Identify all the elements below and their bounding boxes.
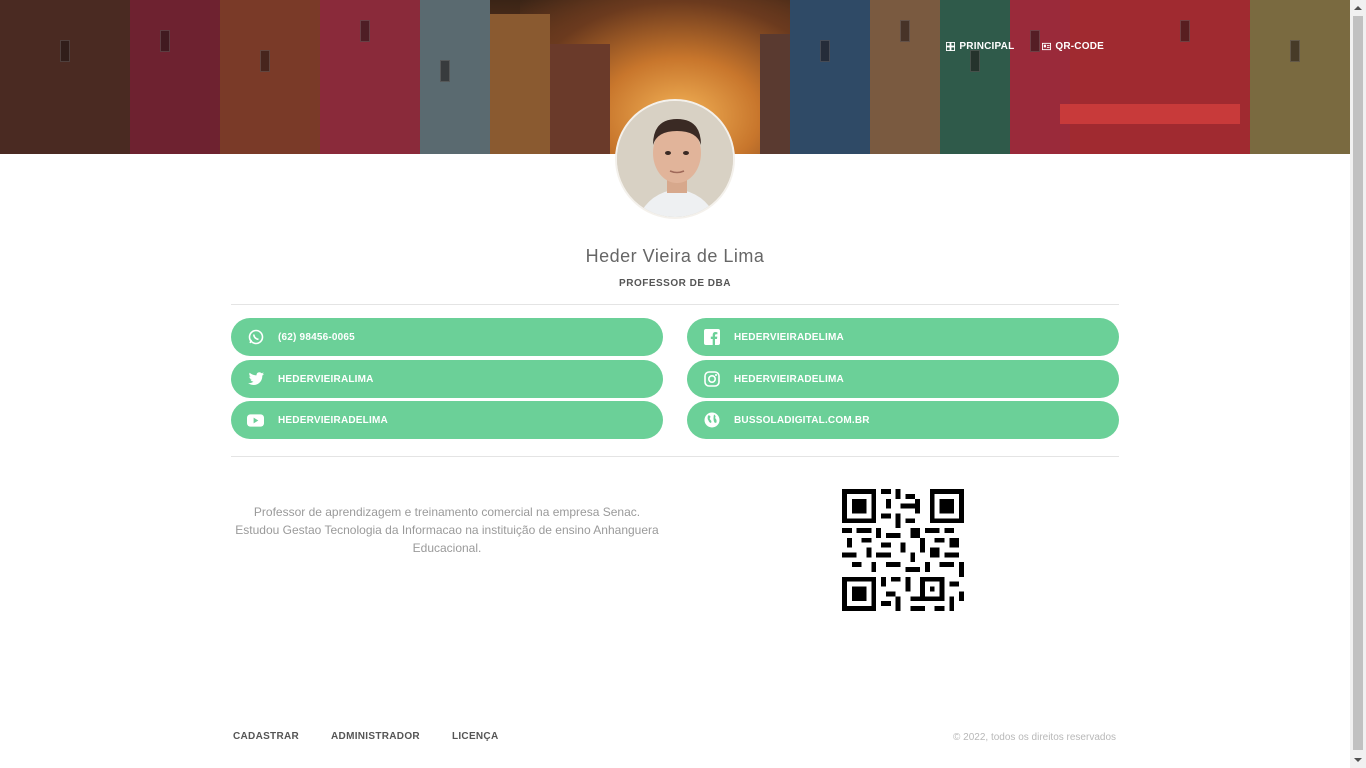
- divider-top: [231, 304, 1119, 305]
- nav-principal-label: PRINCIPAL: [959, 41, 1015, 52]
- nav-qrcode[interactable]: QR-CODE: [1042, 41, 1104, 52]
- globe-icon: [703, 412, 720, 429]
- qr-code-image: [842, 489, 964, 611]
- facebook-icon: [703, 329, 720, 346]
- facebook-label: HEDERVIEIRADELIMA: [734, 331, 844, 343]
- whatsapp-link-button[interactable]: (62) 98456-0065: [231, 318, 663, 356]
- nav-qrcode-label: QR-CODE: [1055, 41, 1104, 52]
- whatsapp-icon: [247, 329, 264, 346]
- vertical-scrollbar[interactable]: [1350, 0, 1366, 768]
- instagram-link-button[interactable]: HEDERVIEIRADELIMA: [687, 360, 1119, 398]
- profile-bio: Professor de aprendizagem e treinamento …: [235, 505, 659, 555]
- profile-avatar: [615, 99, 735, 219]
- scrollbar-thumb[interactable]: [1353, 16, 1363, 750]
- profile-role: PROFESSOR DE DBA: [619, 278, 731, 289]
- twitter-label: HEDERVIEIRALIMA: [278, 373, 374, 385]
- id-card-icon: [1042, 42, 1052, 51]
- twitter-link-button[interactable]: HEDERVIEIRALIMA: [231, 360, 663, 398]
- facebook-link-button[interactable]: HEDERVIEIRADELIMA: [687, 318, 1119, 356]
- twitter-icon: [247, 371, 264, 388]
- website-link-button[interactable]: BUSSOLADIGITAL.COM.BR: [687, 401, 1119, 439]
- youtube-label: HEDERVIEIRADELIMA: [278, 414, 388, 426]
- footer-link-administrador[interactable]: ADMINISTRADOR: [331, 731, 420, 742]
- youtube-icon: [247, 412, 264, 429]
- footer-link-cadastrar[interactable]: CADASTRAR: [233, 731, 299, 742]
- footer-link-licenca[interactable]: LICENÇA: [452, 731, 499, 742]
- page: PRINCIPAL QR-CODE Heder Vieira de Lima P…: [0, 0, 1366, 768]
- scroll-up-arrow-icon[interactable]: [1350, 0, 1366, 16]
- instagram-label: HEDERVIEIRADELIMA: [734, 373, 844, 385]
- scroll-down-arrow-icon[interactable]: [1350, 752, 1366, 768]
- grid-icon: [946, 42, 956, 51]
- whatsapp-label: (62) 98456-0065: [278, 331, 355, 343]
- website-label: BUSSOLADIGITAL.COM.BR: [734, 414, 870, 426]
- profile-name: Heder Vieira de Lima: [585, 246, 765, 266]
- top-nav: PRINCIPAL QR-CODE: [946, 41, 1104, 52]
- copyright-text: © 2022, todos os direitos reservados: [953, 732, 1117, 743]
- nav-principal[interactable]: PRINCIPAL: [946, 41, 1014, 52]
- youtube-link-button[interactable]: HEDERVIEIRADELIMA: [231, 401, 663, 439]
- footer-nav: CADASTRAR ADMINISTRADOR LICENÇA: [233, 731, 498, 742]
- divider-bottom: [231, 456, 1119, 457]
- instagram-icon: [703, 371, 720, 388]
